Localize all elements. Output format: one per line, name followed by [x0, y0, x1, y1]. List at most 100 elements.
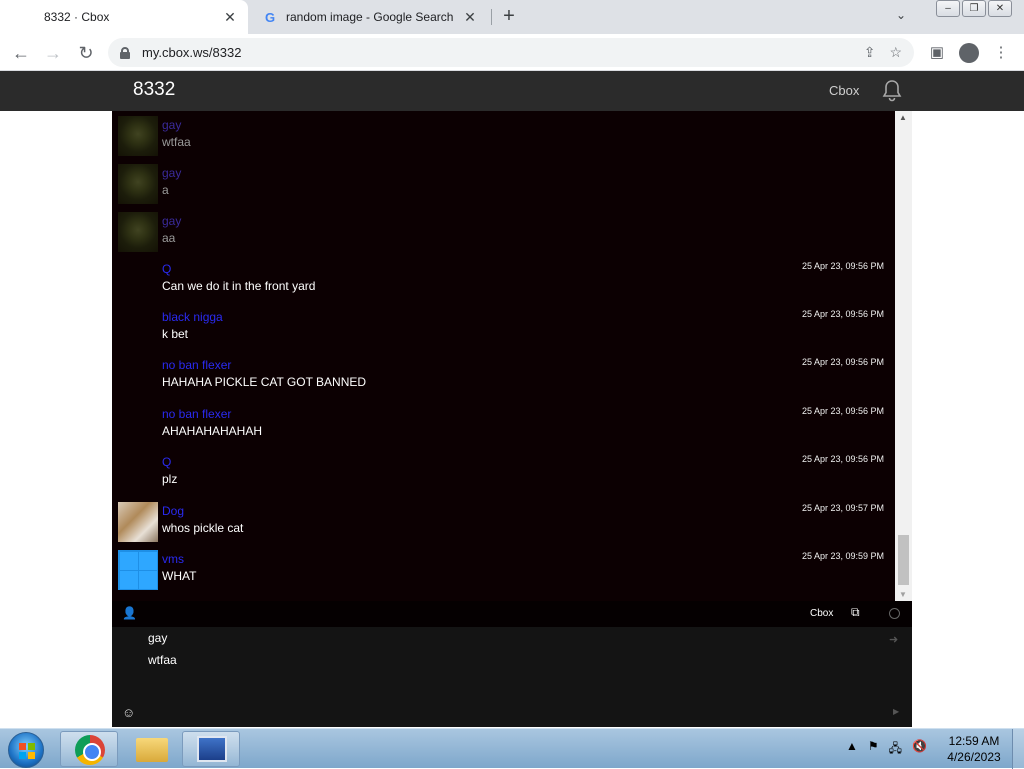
tab-title: random image - Google Search: [286, 10, 454, 24]
side-panel-icon[interactable]: ▣: [926, 42, 948, 64]
message-text: plz: [162, 472, 178, 486]
network-icon[interactable]: 🖧: [889, 739, 902, 760]
message-author[interactable]: vms: [162, 552, 184, 566]
taskbar: ▲ ⚑ 🖧 🔇 12:59 AM 4/26/2023: [0, 728, 1024, 769]
tab-separator: [491, 9, 492, 25]
message-timestamp: 25 Apr 23, 09:57 PM: [801, 503, 884, 513]
share-icon[interactable]: ⇪: [864, 44, 876, 61]
restore-button[interactable]: ❐: [962, 0, 986, 17]
list-item: no ban flexer HAHAHA PICKLE CAT GOT BANN…: [112, 353, 895, 399]
tab-search-chevron-icon[interactable]: ⌄: [896, 8, 906, 22]
message-text: whos pickle cat: [162, 521, 244, 535]
message-author[interactable]: gay: [162, 214, 181, 228]
volume-muted-icon[interactable]: 🔇: [912, 739, 927, 760]
list-item: vms WHAT 25 Apr 23, 09:59 PM: [112, 547, 895, 593]
minimize-button[interactable]: –: [936, 0, 960, 17]
list-item: Dog whos pickle cat 25 Apr 23, 09:57 PM: [112, 499, 895, 545]
action-center-flag-icon[interactable]: ⚑: [868, 739, 879, 760]
popout-icon[interactable]: ⧉: [851, 605, 860, 620]
new-tab-button[interactable]: +: [498, 6, 520, 28]
message-scrollbar[interactable]: ▲ ▼: [895, 111, 912, 601]
message-author[interactable]: Dog: [162, 504, 184, 518]
status-circle-icon[interactable]: [889, 608, 900, 619]
message-list[interactable]: gay wtfaa gay a gay aa Q Can we do it in…: [112, 111, 895, 601]
cbox-footer-link[interactable]: Cbox: [810, 608, 833, 619]
message-author[interactable]: gay: [162, 118, 181, 132]
reload-icon[interactable]: ↻: [75, 42, 97, 64]
message-text: a: [162, 183, 169, 197]
cbox-link[interactable]: Cbox: [829, 83, 859, 98]
tab-cbox[interactable]: 8332 · Cbox ✕: [0, 0, 248, 34]
message-text: wtfaa: [162, 135, 191, 149]
tab-title: 8332 · Cbox: [44, 10, 110, 24]
profile-avatar-icon: [959, 43, 979, 63]
taskbar-remote-desktop[interactable]: [182, 731, 240, 767]
chat-widget: gay wtfaa gay a gay aa Q Can we do it in…: [112, 111, 912, 727]
google-icon: G: [264, 9, 276, 25]
windows-logo-icon: [120, 571, 138, 589]
page-header: 8332 Cbox: [0, 71, 1024, 111]
show-desktop-button[interactable]: [1012, 729, 1024, 769]
chrome-icon: [75, 735, 105, 765]
back-arrow-icon[interactable]: ←: [10, 42, 32, 64]
browser-toolbar: ← → ↻ my.cbox.ws/8332 ⇪ ☆ ▣ ⋮: [0, 34, 1024, 71]
windows-flag-icon: [19, 743, 35, 759]
start-button[interactable]: [8, 732, 44, 768]
user-avatar[interactable]: [118, 164, 158, 204]
smiley-icon[interactable]: ☺: [122, 705, 135, 720]
clock-date: 4/26/2023: [947, 750, 1001, 764]
user-avatar[interactable]: [118, 502, 158, 542]
close-window-button[interactable]: ✕: [988, 0, 1012, 17]
scroll-thumb[interactable]: [898, 535, 909, 585]
system-tray: ▲ ⚑ 🖧 🔇: [846, 739, 927, 760]
clock-time: 12:59 AM: [948, 734, 1000, 748]
message-timestamp: 25 Apr 23, 09:56 PM: [801, 309, 884, 319]
scroll-up-icon[interactable]: ▲: [899, 113, 907, 122]
taskbar-explorer[interactable]: [122, 731, 180, 767]
user-icon[interactable]: 👤: [122, 606, 137, 620]
forward-arrow-icon[interactable]: →: [42, 42, 64, 64]
tab-strip: 8332 · Cbox ✕ G random image - Google Se…: [0, 0, 1024, 34]
message-timestamp: 25 Apr 23, 09:56 PM: [801, 357, 884, 367]
bookmark-star-icon[interactable]: ☆: [889, 44, 902, 61]
close-icon[interactable]: ✕: [222, 9, 238, 25]
scroll-down-icon[interactable]: ▼: [899, 590, 907, 599]
clock[interactable]: 12:59 AM 4/26/2023: [944, 733, 1004, 765]
show-hidden-icons-icon[interactable]: ▲: [846, 739, 858, 760]
message-timestamp: 25 Apr 23, 09:56 PM: [801, 261, 884, 271]
address-bar[interactable]: my.cbox.ws/8332 ⇪ ☆: [108, 38, 914, 67]
list-item: Q plz 25 Apr 23, 09:56 PM: [112, 450, 895, 496]
input-line[interactable]: wtfaa: [148, 653, 177, 667]
message-input[interactable]: gay wtfaa ➜ ☺ ▶: [112, 627, 912, 727]
input-line[interactable]: gay: [148, 631, 167, 645]
send-icon[interactable]: ➜: [889, 633, 898, 646]
expand-arrow-icon[interactable]: ▶: [893, 707, 899, 716]
message-text: WHAT: [162, 569, 197, 583]
lock-icon[interactable]: [120, 46, 130, 59]
message-author[interactable]: Q: [162, 262, 171, 276]
list-item: gay aa: [112, 209, 895, 255]
message-text: k bet: [162, 327, 189, 341]
message-author[interactable]: no ban flexer: [162, 407, 231, 421]
list-item: no ban flexer AHAHAHAHAHAH 25 Apr 23, 09…: [112, 402, 895, 448]
menu-kebab-icon[interactable]: ⋮: [990, 42, 1012, 64]
message-author[interactable]: no ban flexer: [162, 358, 231, 372]
windows-logo-icon: [120, 552, 138, 570]
close-icon[interactable]: ✕: [462, 9, 478, 25]
message-text: Can we do it in the front yard: [162, 279, 316, 293]
message-text: AHAHAHAHAHAH: [162, 424, 263, 438]
profile-button[interactable]: [958, 42, 980, 64]
message-author[interactable]: black nigga: [162, 310, 223, 324]
user-avatar[interactable]: [118, 550, 158, 590]
windows-logo-icon: [139, 552, 157, 570]
user-avatar[interactable]: [118, 116, 158, 156]
message-author[interactable]: gay: [162, 166, 181, 180]
message-author[interactable]: Q: [162, 455, 171, 469]
bell-icon[interactable]: [880, 79, 904, 103]
list-item: gay wtfaa: [112, 113, 895, 159]
user-avatar[interactable]: [118, 212, 158, 252]
url-text[interactable]: my.cbox.ws/8332: [142, 45, 241, 60]
taskbar-chrome[interactable]: [60, 731, 118, 767]
tab-google-search[interactable]: G random image - Google Search ✕: [252, 0, 492, 34]
folder-icon: [136, 738, 168, 762]
